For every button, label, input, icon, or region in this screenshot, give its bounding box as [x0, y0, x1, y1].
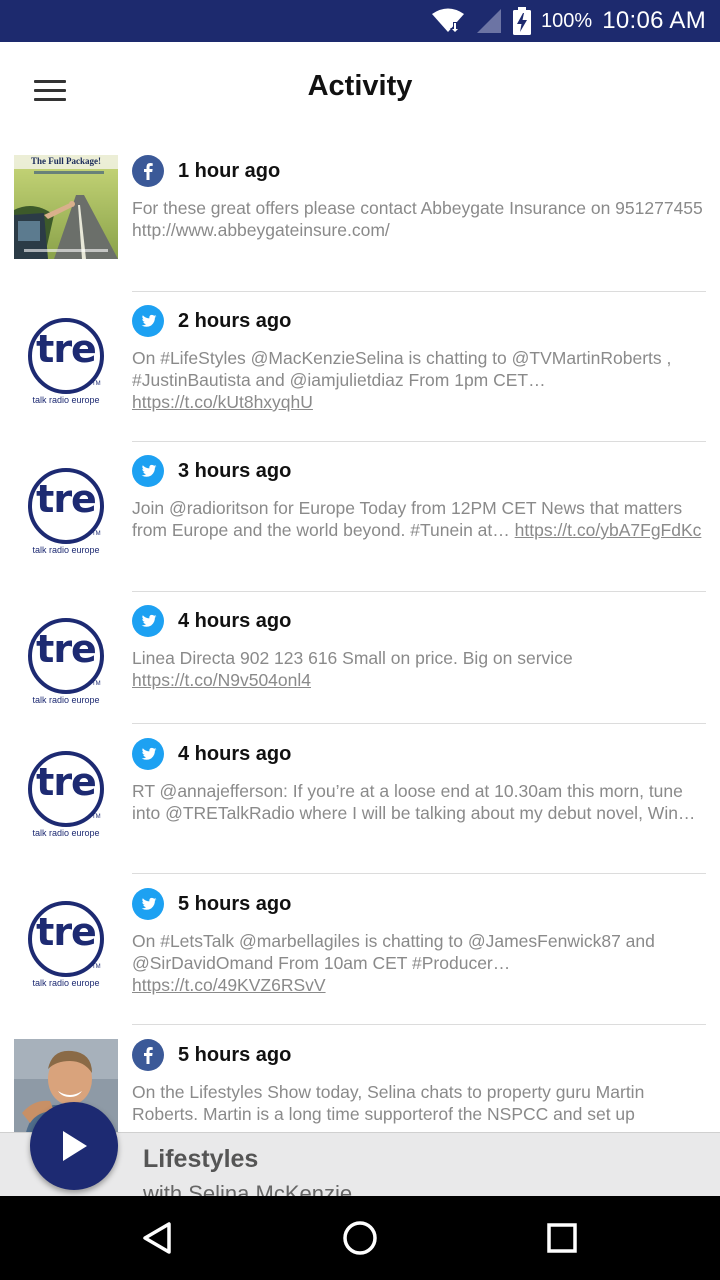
feed-item-header: 2 hours ago	[132, 305, 706, 337]
clock: 10:06 AM	[602, 7, 706, 34]
feed-item-content: 5 hours ago On #LetsTalk @marbellagiles …	[132, 888, 706, 996]
promo-thumbnail: The Full Package!	[14, 155, 118, 259]
twitter-icon	[132, 455, 164, 487]
twitter-icon	[132, 605, 164, 637]
show-title: Lifestyles	[143, 1145, 259, 1173]
post-body: On #LifeStyles @MacKenzieSelina is chatt…	[132, 348, 672, 390]
time-ago: 5 hours ago	[178, 1043, 292, 1066]
time-ago: 1 hour ago	[178, 159, 281, 182]
time-ago: 2 hours ago	[178, 309, 292, 332]
divider	[132, 723, 706, 724]
tre-logo-tm: TM	[92, 964, 101, 970]
tre-logo: tre TM talk radio europe	[14, 605, 118, 709]
feed-item-content: 4 hours ago Linea Directa 902 123 616 Sm…	[132, 605, 706, 691]
post-text: Linea Directa 902 123 616 Small on price…	[132, 647, 706, 691]
tre-logo: tre TM talk radio europe	[14, 305, 118, 409]
wifi-icon	[431, 8, 465, 34]
post-link[interactable]: https://t.co/kUt8hxyqhU	[132, 392, 313, 412]
post-body: For these great offers please contact Ab…	[132, 198, 703, 240]
status-icons: 100% 10:06 AM	[431, 0, 706, 42]
twitter-icon	[132, 305, 164, 337]
post-text: Join @radioritson for Europe Today from …	[132, 497, 706, 541]
feed-item-content: 3 hours ago Join @radioritson for Europe…	[132, 455, 706, 541]
tre-logo-text: tre	[36, 910, 97, 954]
feed-item-header: 4 hours ago	[132, 605, 706, 637]
post-body: Linea Directa 902 123 616 Small on price…	[132, 648, 573, 668]
feed-item-content: 1 hour ago For these great offers please…	[132, 155, 706, 241]
time-ago: 4 hours ago	[178, 742, 292, 765]
play-button[interactable]	[30, 1102, 118, 1190]
time-ago: 3 hours ago	[178, 459, 292, 482]
status-bar: 100% 10:06 AM	[0, 0, 720, 42]
back-icon[interactable]	[134, 1216, 182, 1260]
feed-item-header: 3 hours ago	[132, 455, 706, 487]
tre-logo-caption: talk radio europe	[32, 395, 100, 405]
tre-logo: tre TM talk radio europe	[14, 738, 118, 842]
divider	[132, 441, 706, 442]
post-text: For these great offers please contact Ab…	[132, 197, 706, 241]
promo-thumbnail-title: The Full Package!	[31, 156, 101, 166]
recents-icon[interactable]	[538, 1216, 586, 1260]
tre-logo-tm: TM	[92, 814, 101, 820]
twitter-icon	[132, 738, 164, 770]
tre-logo-tm: TM	[92, 531, 101, 537]
tre-logo-caption: talk radio europe	[32, 695, 100, 705]
signal-icon	[475, 8, 503, 34]
app-bar: Activity	[0, 42, 720, 138]
tre-logo-tm: TM	[92, 681, 101, 687]
tre-logo-caption: talk radio europe	[32, 978, 100, 988]
feed-item-header: 5 hours ago	[132, 1039, 706, 1071]
tre-logo-text: tre	[36, 627, 97, 671]
tre-logo-caption: talk radio europe	[32, 828, 100, 838]
facebook-icon	[132, 155, 164, 187]
tre-logo: tre TM talk radio europe	[14, 455, 118, 559]
divider	[132, 291, 706, 292]
tre-logo: tre TM talk radio europe	[14, 888, 118, 992]
play-icon	[63, 1131, 87, 1161]
feed-item-header: 1 hour ago	[132, 155, 706, 187]
time-ago: 5 hours ago	[178, 892, 292, 915]
facebook-icon	[132, 1039, 164, 1071]
divider	[132, 1024, 706, 1025]
battery-charging-icon	[513, 7, 532, 35]
feed-item-content: 5 hours ago On the Lifestyles Show today…	[132, 1039, 706, 1125]
home-icon[interactable]	[336, 1216, 384, 1260]
feed-item-content: 2 hours ago On #LifeStyles @MacKenzieSel…	[132, 305, 706, 413]
tre-logo-tm: TM	[92, 381, 101, 387]
post-body: On #LetsTalk @marbellagiles is chatting …	[132, 931, 655, 973]
post-link[interactable]: https://t.co/49KVZ6RSvV	[132, 975, 326, 995]
battery-percent: 100%	[541, 9, 593, 32]
post-link[interactable]: https://t.co/ybA7FgFdKc	[515, 520, 702, 540]
post-link[interactable]: https://t.co/N9v504onl4	[132, 670, 311, 690]
post-text: On #LetsTalk @marbellagiles is chatting …	[132, 930, 706, 996]
tre-logo-text: tre	[36, 760, 97, 804]
twitter-icon	[132, 888, 164, 920]
tre-logo-text: tre	[36, 327, 97, 371]
tre-logo-text: tre	[36, 477, 97, 521]
post-text: On #LifeStyles @MacKenzieSelina is chatt…	[132, 347, 706, 413]
post-text: On the Lifestyles Show today, Selina cha…	[132, 1081, 706, 1125]
post-body: RT @annajefferson: If you’re at a loose …	[132, 781, 696, 823]
feed-item-content: 4 hours ago RT @annajefferson: If you’re…	[132, 738, 706, 824]
system-navigation-bar	[0, 1196, 720, 1280]
post-body: On the Lifestyles Show today, Selina cha…	[132, 1082, 645, 1124]
time-ago: 4 hours ago	[178, 609, 292, 632]
tre-logo-caption: talk radio europe	[32, 545, 100, 555]
post-text: RT @annajefferson: If you’re at a loose …	[132, 780, 706, 824]
page-title: Activity	[307, 70, 413, 102]
feed-item-header: 5 hours ago	[132, 888, 706, 920]
show-subtitle: with Selina McKenzie	[143, 1181, 353, 1196]
divider	[132, 873, 706, 874]
divider	[132, 591, 706, 592]
app-screen: 100% 10:06 AM Activity The Full Package!…	[0, 0, 720, 1280]
feed-item-header: 4 hours ago	[132, 738, 706, 770]
